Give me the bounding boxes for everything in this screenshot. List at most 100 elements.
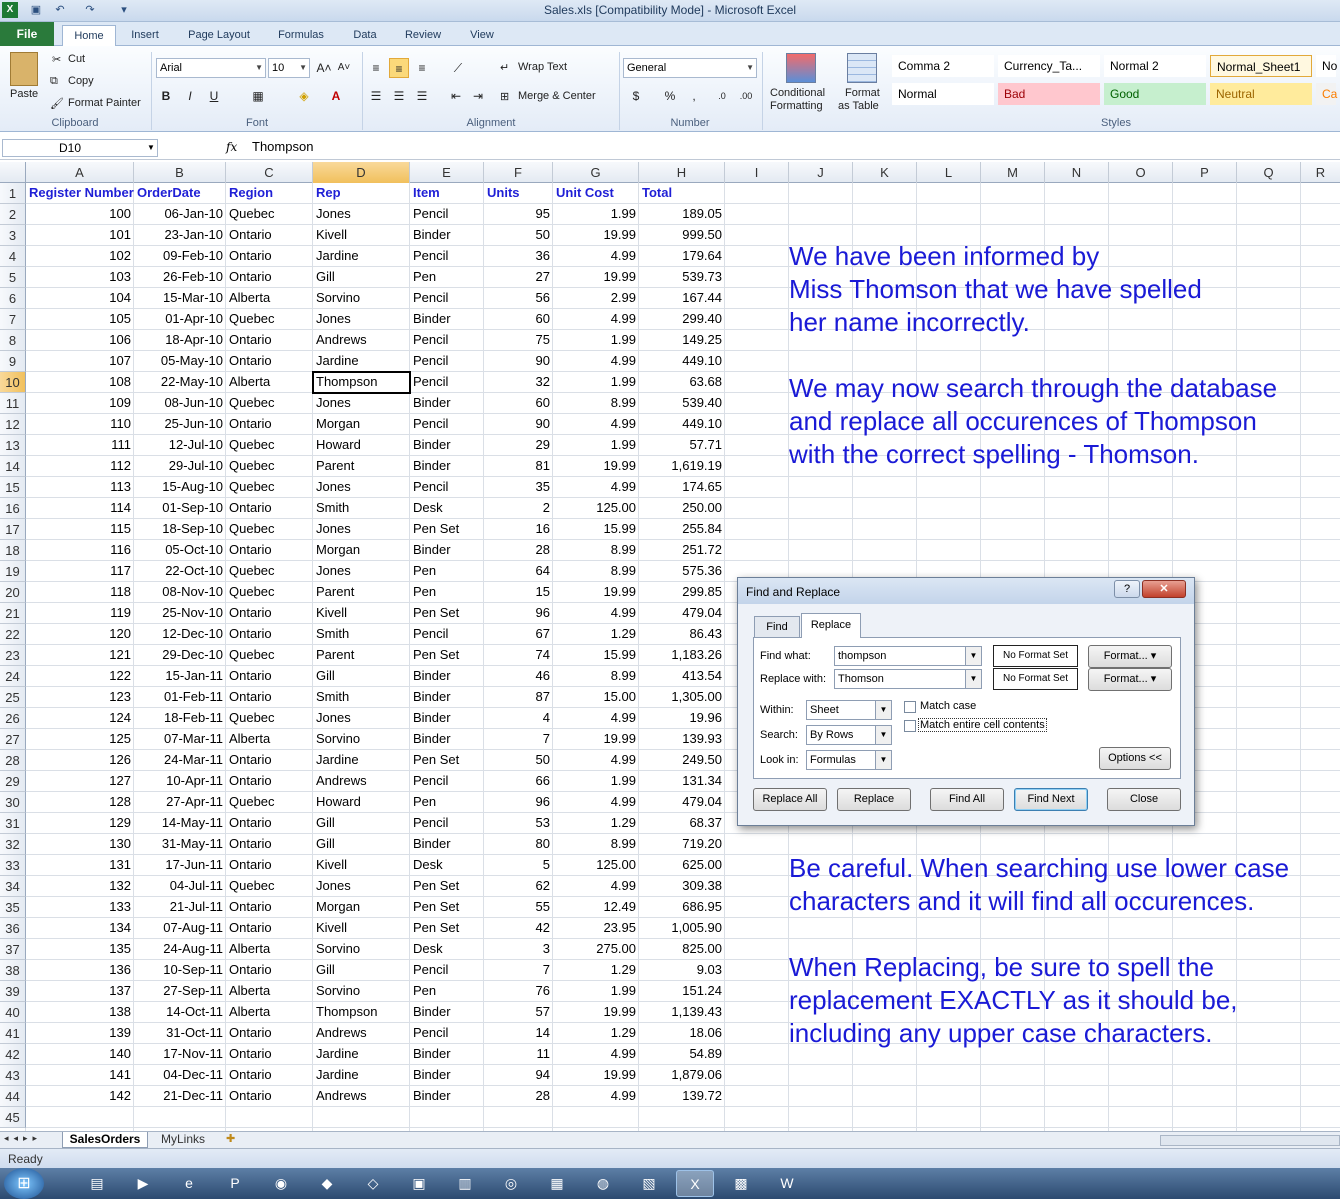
table-cell[interactable]: Smith — [313, 687, 410, 708]
table-cell[interactable]: 575.36 — [639, 561, 725, 582]
row-header[interactable]: 21 — [0, 603, 26, 624]
table-cell[interactable]: 81 — [484, 456, 553, 477]
table-cell[interactable]: Quebec — [226, 309, 313, 330]
table-cell[interactable]: 60 — [484, 393, 553, 414]
table-cell[interactable]: Ontario — [226, 603, 313, 624]
table-cell[interactable]: 131.34 — [639, 771, 725, 792]
insert-sheet-icon[interactable]: ✚ — [226, 1132, 235, 1145]
table-cell[interactable]: 109 — [26, 393, 134, 414]
table-cell[interactable]: Pencil — [410, 414, 484, 435]
row-header[interactable]: 33 — [0, 855, 26, 876]
row-header[interactable]: 12 — [0, 414, 26, 435]
table-cell[interactable]: 149.25 — [639, 330, 725, 351]
table-cell[interactable]: Binder — [410, 540, 484, 561]
table-cell[interactable]: 142 — [26, 1086, 134, 1107]
row-header[interactable]: 7 — [0, 309, 26, 330]
table-cell[interactable]: 07-Mar-11 — [134, 729, 226, 750]
table-cell[interactable]: 132 — [26, 876, 134, 897]
table-cell[interactable]: 825.00 — [639, 939, 725, 960]
table-cell[interactable]: Ontario — [226, 1044, 313, 1065]
table-cell[interactable]: 95 — [484, 204, 553, 225]
row-header[interactable]: 8 — [0, 330, 26, 351]
table-cell[interactable]: Gill — [313, 666, 410, 687]
table-cell[interactable]: 08-Jun-10 — [134, 393, 226, 414]
row-header[interactable]: 18 — [0, 540, 26, 561]
table-cell[interactable]: 8.99 — [553, 561, 639, 582]
chevron-down-icon[interactable]: ▼ — [875, 701, 891, 719]
table-cell[interactable]: 111 — [26, 435, 134, 456]
table-cell[interactable]: 2 — [484, 498, 553, 519]
row-header[interactable]: 42 — [0, 1044, 26, 1065]
table-cell[interactable]: Binder — [410, 708, 484, 729]
table-cell[interactable]: Binder — [410, 225, 484, 246]
table-cell[interactable]: 299.40 — [639, 309, 725, 330]
table-cell[interactable]: 479.04 — [639, 603, 725, 624]
table-cell[interactable]: Desk — [410, 855, 484, 876]
table-cell[interactable]: 68.37 — [639, 813, 725, 834]
table-cell[interactable]: 125.00 — [553, 855, 639, 876]
table-cell[interactable]: 64 — [484, 561, 553, 582]
internet-explorer-taskbar-icon[interactable]: e — [170, 1170, 208, 1197]
table-cell[interactable]: 122 — [26, 666, 134, 687]
table-cell[interactable]: 18.06 — [639, 1023, 725, 1044]
table-cell[interactable]: 87 — [484, 687, 553, 708]
row-header[interactable]: 32 — [0, 834, 26, 855]
table-cell[interactable]: 04-Jul-11 — [134, 876, 226, 897]
table-cell[interactable]: 28 — [484, 1086, 553, 1107]
table-cell[interactable]: Pencil — [410, 624, 484, 645]
table-cell[interactable]: 18-Feb-11 — [134, 708, 226, 729]
table-cell[interactable]: 66 — [484, 771, 553, 792]
table-cell[interactable]: Pencil — [410, 246, 484, 267]
table-cell[interactable]: 127 — [26, 771, 134, 792]
table-cell[interactable]: 119 — [26, 603, 134, 624]
header-cell[interactable]: Unit Cost — [553, 183, 639, 204]
row-header[interactable]: 6 — [0, 288, 26, 309]
table-cell[interactable]: 23.95 — [553, 918, 639, 939]
table-cell[interactable]: 17-Jun-11 — [134, 855, 226, 876]
table-cell[interactable]: 999.50 — [639, 225, 725, 246]
table-cell[interactable]: 625.00 — [639, 855, 725, 876]
table-cell[interactable]: Ontario — [226, 897, 313, 918]
table-cell[interactable]: Binder — [410, 687, 484, 708]
table-cell[interactable]: 27-Apr-11 — [134, 792, 226, 813]
row-header[interactable]: 14 — [0, 456, 26, 477]
table-cell[interactable]: 4 — [484, 708, 553, 729]
table-cell[interactable]: Ontario — [226, 1023, 313, 1044]
app-taskbar-icon[interactable]: ▥ — [446, 1170, 484, 1197]
close-button[interactable]: Close — [1107, 788, 1181, 811]
table-cell[interactable]: 104 — [26, 288, 134, 309]
table-cell[interactable]: 4.99 — [553, 309, 639, 330]
table-cell[interactable]: Binder — [410, 1044, 484, 1065]
table-cell[interactable]: Desk — [410, 939, 484, 960]
table-cell[interactable]: 139.72 — [639, 1086, 725, 1107]
table-cell[interactable]: 07-Aug-11 — [134, 918, 226, 939]
table-cell[interactable]: 129 — [26, 813, 134, 834]
explorer-taskbar-icon[interactable]: ▤ — [78, 1170, 116, 1197]
table-cell[interactable]: 29 — [484, 435, 553, 456]
table-cell[interactable]: Morgan — [313, 540, 410, 561]
table-cell[interactable]: 10-Sep-11 — [134, 960, 226, 981]
find-format-button[interactable]: Format... ▾ — [1088, 645, 1172, 668]
table-cell[interactable]: Binder — [410, 393, 484, 414]
table-cell[interactable]: 4.99 — [553, 876, 639, 897]
table-cell[interactable]: 719.20 — [639, 834, 725, 855]
table-cell[interactable]: Parent — [313, 456, 410, 477]
table-cell[interactable]: 116 — [26, 540, 134, 561]
table-cell[interactable]: 76 — [484, 981, 553, 1002]
table-cell[interactable]: 10-Apr-11 — [134, 771, 226, 792]
table-cell[interactable]: 17-Nov-11 — [134, 1044, 226, 1065]
table-cell[interactable]: 449.10 — [639, 414, 725, 435]
table-cell[interactable]: 1.99 — [553, 435, 639, 456]
table-cell[interactable]: 102 — [26, 246, 134, 267]
row-header[interactable]: 4 — [0, 246, 26, 267]
sheet-tab-salesorders[interactable]: SalesOrders — [62, 1132, 148, 1148]
chrome-taskbar-icon[interactable]: ◉ — [262, 1170, 300, 1197]
table-cell[interactable]: 1.99 — [553, 771, 639, 792]
table-cell[interactable]: 309.38 — [639, 876, 725, 897]
table-cell[interactable]: 131 — [26, 855, 134, 876]
table-cell[interactable]: Jardine — [313, 1044, 410, 1065]
table-cell[interactable]: Pencil — [410, 960, 484, 981]
table-cell[interactable]: Quebec — [226, 204, 313, 225]
table-cell[interactable]: Ontario — [226, 1086, 313, 1107]
table-cell[interactable]: Quebec — [226, 645, 313, 666]
